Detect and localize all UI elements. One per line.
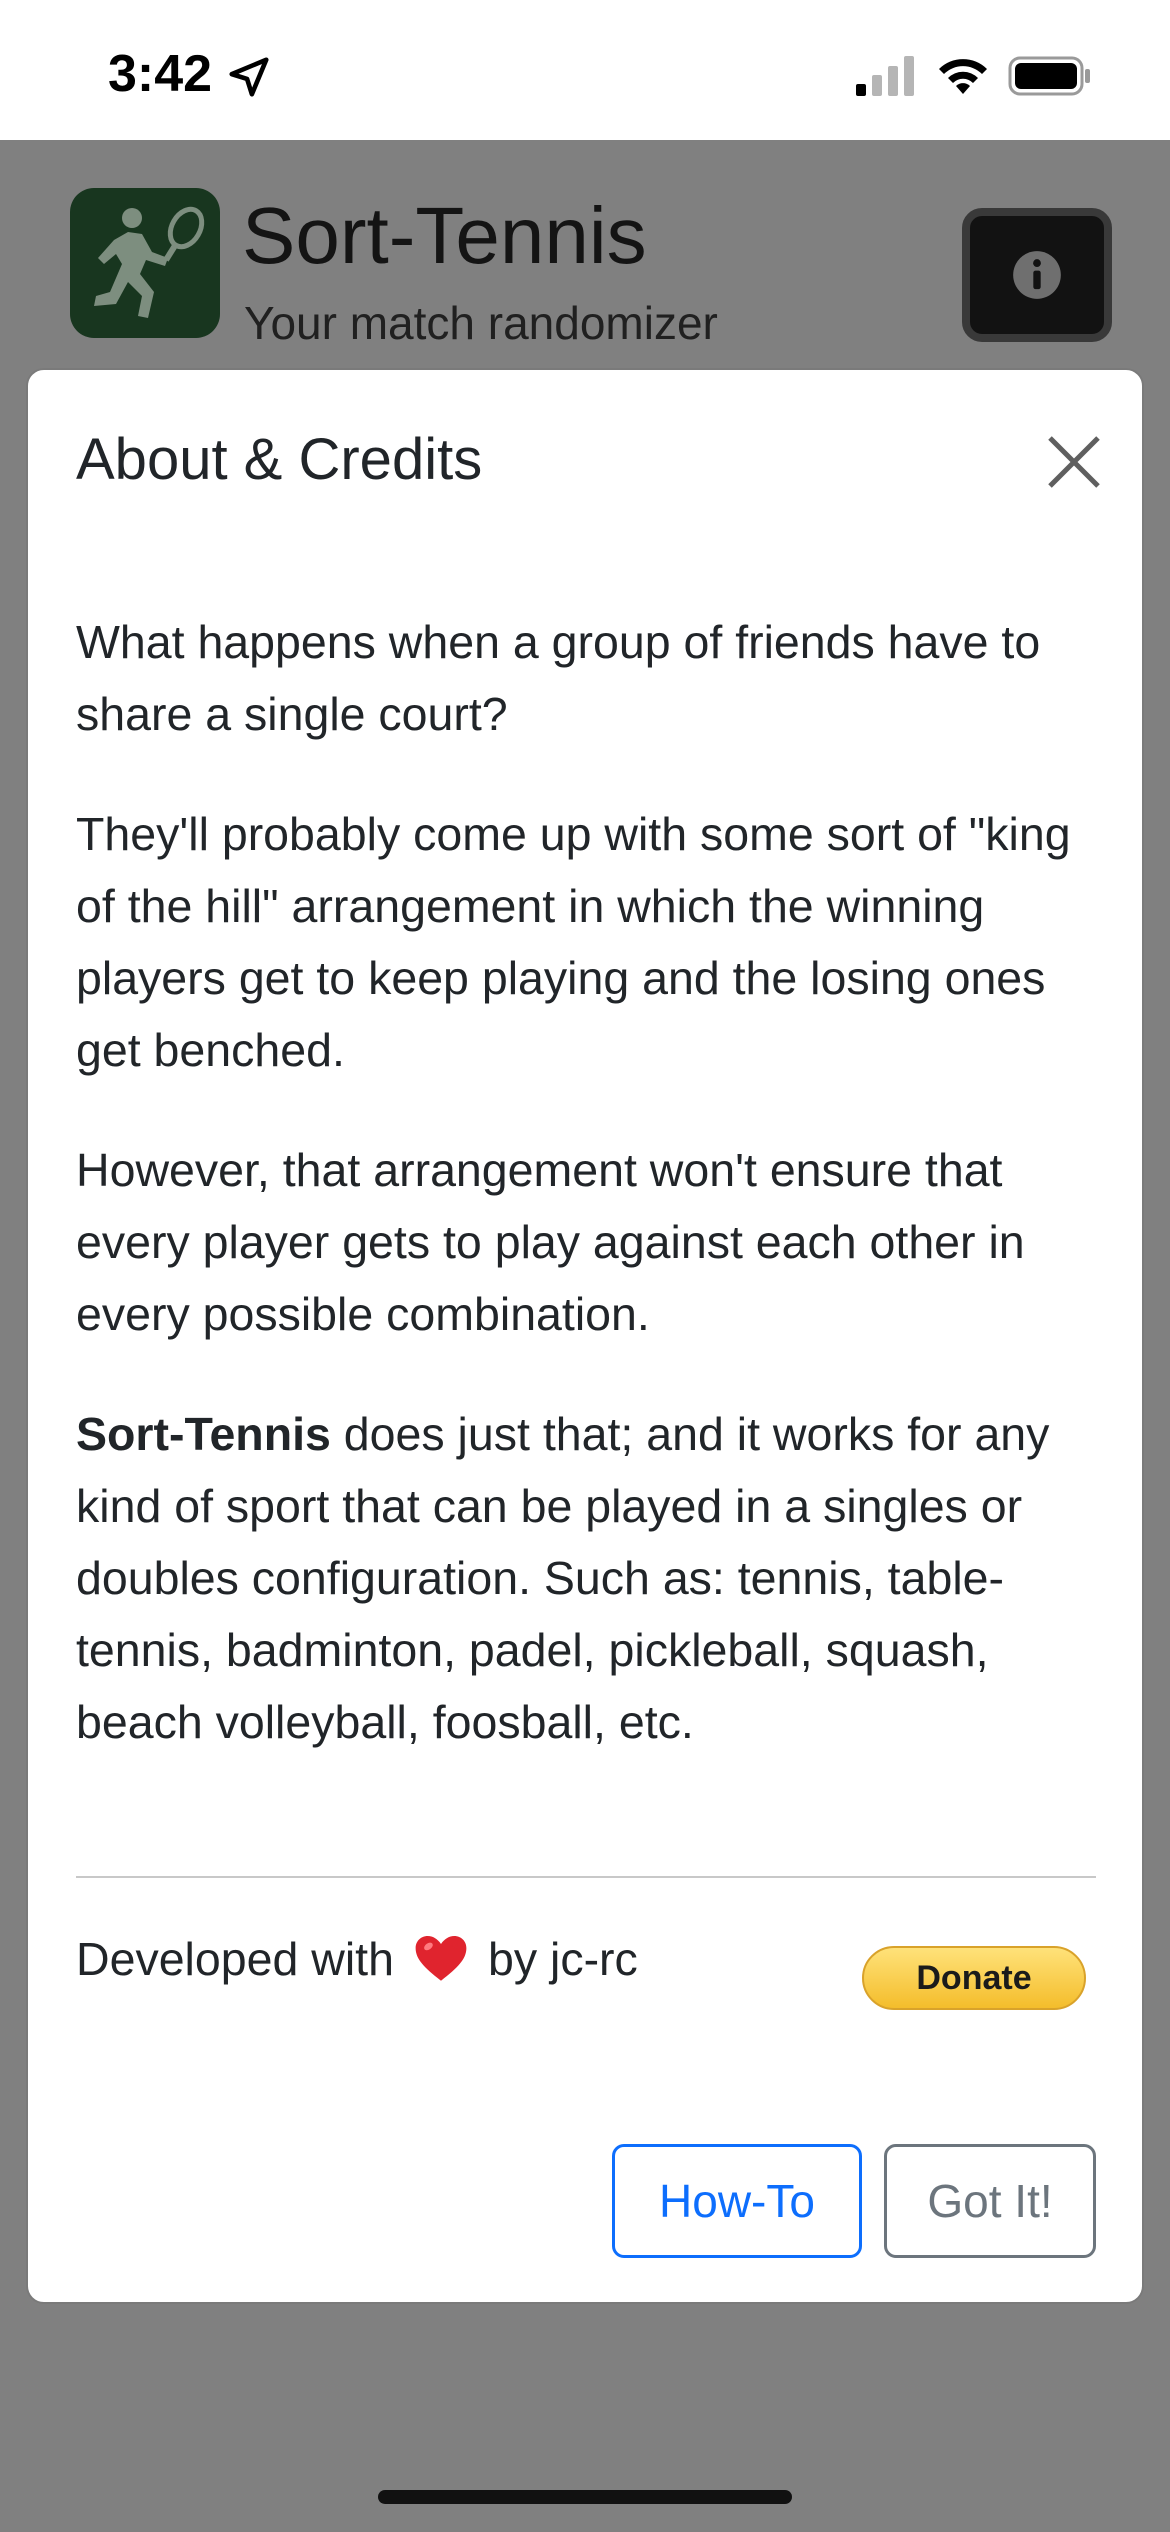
credits-suffix: by jc-rc <box>487 1933 638 1985</box>
info-circle-icon <box>1013 251 1061 299</box>
close-icon <box>1048 436 1100 488</box>
signal-icon <box>856 56 914 96</box>
modal-body: What happens when a group of friends hav… <box>76 606 1112 1806</box>
credits: Developed with by jc-rc <box>76 1930 638 1988</box>
app-screen: 3:42 Sort-Tennis Your match randomizer A… <box>0 0 1170 2532</box>
home-indicator <box>378 2490 792 2504</box>
about-paragraph-3: However, that arrangement won't ensure t… <box>76 1144 1025 1340</box>
app-subtitle: Your match randomizer <box>244 297 718 349</box>
about-paragraph-4: Sort-Tennis does just that; and it works… <box>76 1398 1112 1758</box>
status-bar: 3:42 <box>0 0 1170 140</box>
credits-prefix: Developed with <box>76 1933 394 1985</box>
modal-title: About & Credits <box>76 427 483 492</box>
howto-button[interactable]: How-To <box>612 2144 862 2258</box>
about-paragraph-2: They'll probably come up with some sort … <box>76 808 1071 1076</box>
about-modal: About & Credits What happens when a grou… <box>26 368 1144 2304</box>
divider <box>76 1876 1096 1878</box>
close-button[interactable] <box>1044 432 1104 492</box>
got-it-button[interactable]: Got It! <box>884 2144 1096 2258</box>
app-title: Sort-Tennis <box>242 191 647 280</box>
info-button[interactable] <box>962 208 1112 342</box>
about-paragraph-1: What happens when a group of friends hav… <box>76 616 1041 740</box>
app-header: Sort-Tennis Your match randomizer <box>0 140 1170 370</box>
status-time: 3:42 <box>108 45 213 103</box>
tennis-player-icon <box>70 188 220 338</box>
app-name-bold: Sort-Tennis <box>76 1408 331 1460</box>
wifi-icon <box>939 59 987 94</box>
donate-button[interactable]: Donate <box>862 1946 1086 2010</box>
heart-icon <box>415 1936 467 1981</box>
battery-icon <box>1008 56 1090 96</box>
location-arrow-icon <box>229 57 269 97</box>
